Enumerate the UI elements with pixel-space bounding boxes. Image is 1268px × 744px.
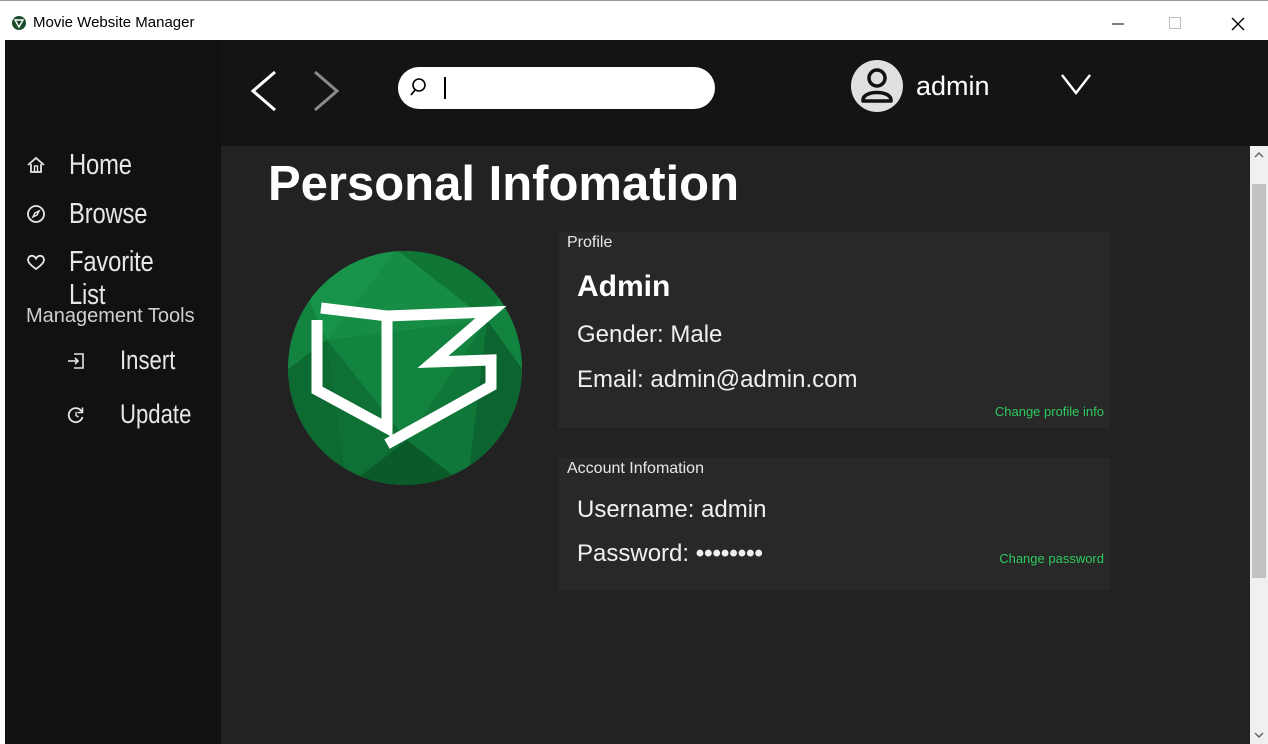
home-icon [27,156,45,173]
password-field: Password: •••••••• [577,540,763,568]
forward-button[interactable] [307,68,347,114]
sidebar-item-label: Insert [120,345,176,375]
profile-name: Admin [577,270,671,303]
vertical-scrollbar[interactable] [1250,146,1268,744]
window-title: Movie Website Manager [33,14,195,31]
sidebar-item-label: Browse [69,198,148,230]
gender-field: Gender: Male [577,321,723,348]
sidebar-item-insert[interactable]: Insert [5,343,221,377]
sidebar: Home Browse Favorite List Management Too… [5,40,221,744]
close-button[interactable] [1214,9,1260,37]
app-logo-icon [12,16,26,30]
heart-icon [27,254,45,271]
back-button[interactable] [245,68,285,114]
scroll-down-button[interactable] [1250,726,1268,744]
chevron-down-icon [1061,74,1091,95]
search-box[interactable] [398,67,715,109]
search-icon [410,78,426,96]
account-card: Account Infomation Username: admin Passw… [558,458,1110,590]
minimize-icon [1112,23,1124,25]
insert-icon [68,353,84,369]
chevron-left-icon [250,70,276,112]
profile-card: Profile Admin Gender: Male Email: admin@… [558,232,1110,428]
scroll-up-button[interactable] [1250,146,1268,164]
search-input[interactable] [438,73,703,103]
username-field: Username: admin [577,496,767,523]
sidebar-item-label: Home [69,149,132,181]
update-icon [67,407,84,424]
profile-card-label: Profile [567,234,613,251]
avatar[interactable] [851,60,903,112]
app-window: Home Browse Favorite List Management Too… [5,40,1268,744]
profile-logo [288,251,522,485]
minimize-button[interactable] [1095,9,1141,37]
sidebar-item-update[interactable]: Update [5,397,221,431]
password-mask: •••••••• [695,540,763,567]
user-icon [861,68,893,103]
title-bar: Movie Website Manager [0,0,1268,40]
sidebar-item-favorite-list[interactable]: Favorite List [5,244,221,311]
account-card-label: Account Infomation [567,460,704,477]
chevron-down-icon [1254,732,1264,738]
compass-icon [27,205,45,223]
user-menu-dropdown[interactable] [1059,72,1093,96]
user-name[interactable]: admin [916,71,990,102]
page-title: Personal Infomation [268,157,740,211]
sidebar-item-home[interactable]: Home [5,147,221,183]
close-icon [1231,17,1245,31]
maximize-button[interactable] [1152,9,1198,37]
section-label-management-tools: Management Tools [26,305,195,327]
chevron-right-icon [314,70,340,112]
change-password-link[interactable]: Change password [999,551,1104,566]
change-profile-link[interactable]: Change profile info [995,404,1104,419]
email-field: Email: admin@admin.com [577,366,858,393]
password-label: Password: [577,540,690,567]
top-bar: admin [221,40,1268,146]
sidebar-item-browse[interactable]: Browse [5,196,221,232]
main-content: Personal Infomation Profile Admin Gender… [221,146,1250,744]
sidebar-item-label: Update [120,399,192,429]
sidebar-item-label: Favorite List [69,246,154,311]
chevron-up-icon [1254,152,1264,158]
scroll-thumb[interactable] [1252,184,1266,578]
maximize-icon [1169,17,1181,29]
